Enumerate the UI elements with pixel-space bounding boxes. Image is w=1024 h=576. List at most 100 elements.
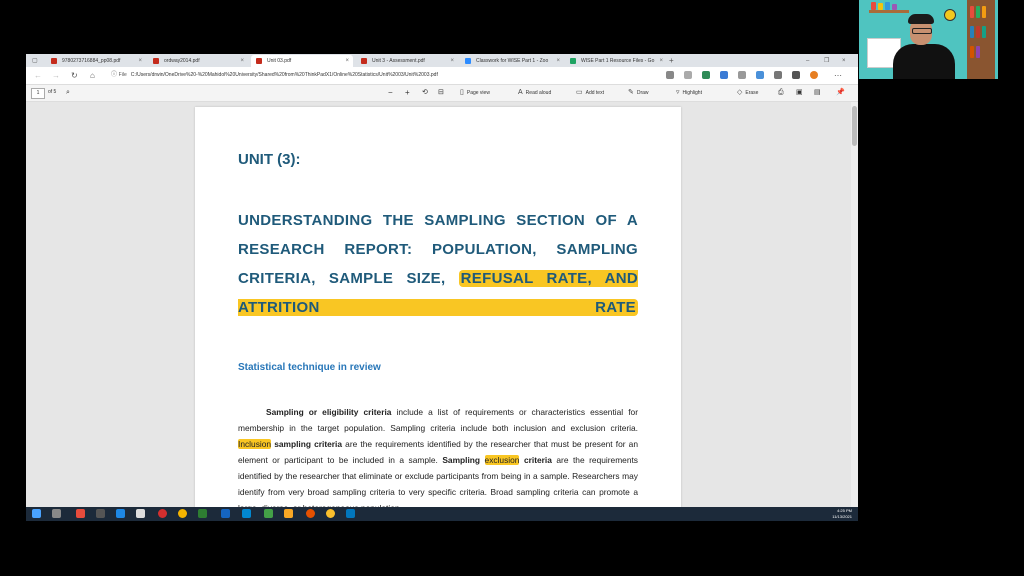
tab-pp08[interactable]: 9780273716884_pp08.pdf ×: [46, 55, 146, 67]
tab-label: Unit 03.pdf: [267, 58, 292, 64]
zoom-icon: [465, 58, 471, 64]
tab-classwork[interactable]: Classwork for WISE Part 1 - Zoo ×: [460, 55, 564, 67]
add-text-button[interactable]: ▭ Add text: [576, 88, 604, 98]
date: 11/13/2021: [832, 514, 852, 519]
clock[interactable]: 4:25 PM 11/13/2021: [832, 508, 852, 520]
zoom-in-icon[interactable]: +: [405, 88, 410, 98]
app-icon[interactable]: [242, 509, 251, 518]
start-icon[interactable]: [32, 509, 41, 518]
search-icon[interactable]: [52, 509, 61, 518]
fit-page-icon[interactable]: ⊟: [438, 88, 444, 98]
book: [976, 26, 980, 38]
scrollbar[interactable]: [851, 102, 858, 507]
book: [970, 46, 974, 58]
print-icon[interactable]: ⎙: [778, 88, 784, 98]
unit-heading: UNIT (3):: [238, 151, 301, 168]
pdf-toolbar: 1 of 5 ⌕ − + ⟲ ⊟ ▯ Page view A Read aloud …: [26, 85, 858, 102]
add-text-label: Add text: [585, 90, 604, 96]
close-icon[interactable]: ×: [556, 55, 560, 67]
read-aloud-label: Read aloud: [525, 90, 552, 96]
chrome-icon[interactable]: [178, 509, 187, 518]
close-icon[interactable]: ×: [240, 55, 244, 67]
extension-icon[interactable]: [702, 71, 710, 79]
opera-icon[interactable]: [158, 509, 167, 518]
app-icon[interactable]: [96, 509, 105, 518]
page-view-label: Page view: [466, 90, 490, 96]
forward-icon[interactable]: →: [52, 70, 60, 81]
page-view-button[interactable]: ▯ Page view: [460, 88, 490, 98]
pdf-icon: [51, 58, 57, 64]
pdf-viewer: UNIT (3): UNDERSTANDING THE SAMPLING SEC…: [26, 102, 858, 521]
tab-ordway[interactable]: ordway2014.pdf ×: [148, 55, 248, 67]
extension-icon[interactable]: [756, 71, 764, 79]
more-icon[interactable]: ⋯: [834, 70, 842, 81]
zoom-icon[interactable]: [666, 71, 674, 79]
new-tab-button[interactable]: +: [669, 55, 674, 67]
page-number-input[interactable]: 1: [31, 88, 45, 99]
maximize-icon[interactable]: ❐: [824, 55, 829, 67]
search-icon[interactable]: ⌕: [66, 88, 70, 98]
tab-label: Unit 3 - Assessment.pdf: [372, 58, 425, 64]
app-icon[interactable]: [198, 509, 207, 518]
draw-icon: ✎: [628, 89, 634, 96]
pin-icon[interactable]: 📌: [836, 88, 845, 98]
bold-term: Sampling: [442, 455, 485, 465]
chrome-icon[interactable]: [326, 509, 335, 518]
url-field[interactable]: ⓘ File C:/Users/drwin/OneDrive%20-%20Mahi…: [111, 70, 651, 81]
pdf-icon: [361, 58, 367, 64]
highlight-button[interactable]: ▿ Highlight: [676, 88, 702, 98]
app-icon[interactable]: [346, 509, 355, 518]
refresh-icon[interactable]: ↻: [71, 70, 78, 81]
erase-label: Erase: [745, 90, 759, 96]
extension-icon[interactable]: [738, 71, 746, 79]
app-icon[interactable]: [76, 509, 85, 518]
tab-resource-files[interactable]: WISE Part 1 Resource Files - Go ×: [565, 55, 667, 67]
extension-icon[interactable]: [720, 71, 728, 79]
zoom-out-icon[interactable]: −: [388, 88, 393, 98]
draw-label: Draw: [636, 90, 649, 96]
collections-icon[interactable]: [792, 71, 800, 79]
close-icon[interactable]: ×: [138, 55, 142, 67]
folder-icon[interactable]: [284, 509, 293, 518]
read-aloud-icon: A: [518, 89, 523, 96]
tab-strip: ▢ 9780273716884_pp08.pdf × ordway2014.pd…: [26, 54, 858, 67]
rotate-icon[interactable]: ⟲: [422, 88, 428, 98]
app-icon[interactable]: [221, 509, 230, 518]
taskbar: 4:25 PM 11/13/2021: [26, 507, 858, 521]
book: [970, 26, 974, 38]
eraser-icon: ◇: [737, 89, 743, 96]
save-icon[interactable]: ▣: [796, 88, 803, 98]
erase-button[interactable]: ◇ Erase: [737, 88, 758, 98]
person-body: [893, 44, 955, 79]
drive-icon: [570, 58, 576, 64]
shelf: [869, 10, 909, 13]
close-window-icon[interactable]: ×: [842, 55, 846, 67]
favorites-icon[interactable]: [774, 71, 782, 79]
close-icon[interactable]: ×: [659, 55, 663, 67]
read-aloud-button[interactable]: A Read aloud: [518, 88, 551, 98]
app-icon[interactable]: [136, 509, 145, 518]
profile-icon[interactable]: [810, 71, 818, 79]
home-icon[interactable]: ⌂: [90, 70, 95, 81]
tab-assessment[interactable]: Unit 3 - Assessment.pdf ×: [356, 55, 458, 67]
highlight-label: Highlight: [682, 90, 702, 96]
excel-icon[interactable]: [264, 509, 273, 518]
firefox-icon[interactable]: [306, 509, 315, 518]
close-icon[interactable]: ×: [450, 55, 454, 67]
close-icon[interactable]: ×: [345, 55, 349, 67]
window-menu-icon[interactable]: ▢: [32, 55, 38, 67]
file-label: File: [118, 72, 127, 78]
edge-icon[interactable]: [116, 509, 125, 518]
read-icon[interactable]: [684, 71, 692, 79]
book: [970, 6, 974, 18]
tab-unit03[interactable]: Unit 03.pdf ×: [251, 55, 353, 67]
back-icon[interactable]: ←: [34, 70, 42, 81]
scrollbar-thumb[interactable]: [852, 106, 857, 146]
save-as-icon[interactable]: ▤: [814, 88, 821, 98]
highlight-icon: ▿: [676, 89, 680, 96]
book: [885, 2, 890, 10]
bold-term: sampling criteria: [271, 439, 343, 449]
draw-button[interactable]: ✎ Draw: [628, 88, 649, 98]
minimize-icon[interactable]: –: [806, 55, 809, 67]
tab-label: WISE Part 1 Resource Files - Go: [581, 58, 655, 64]
